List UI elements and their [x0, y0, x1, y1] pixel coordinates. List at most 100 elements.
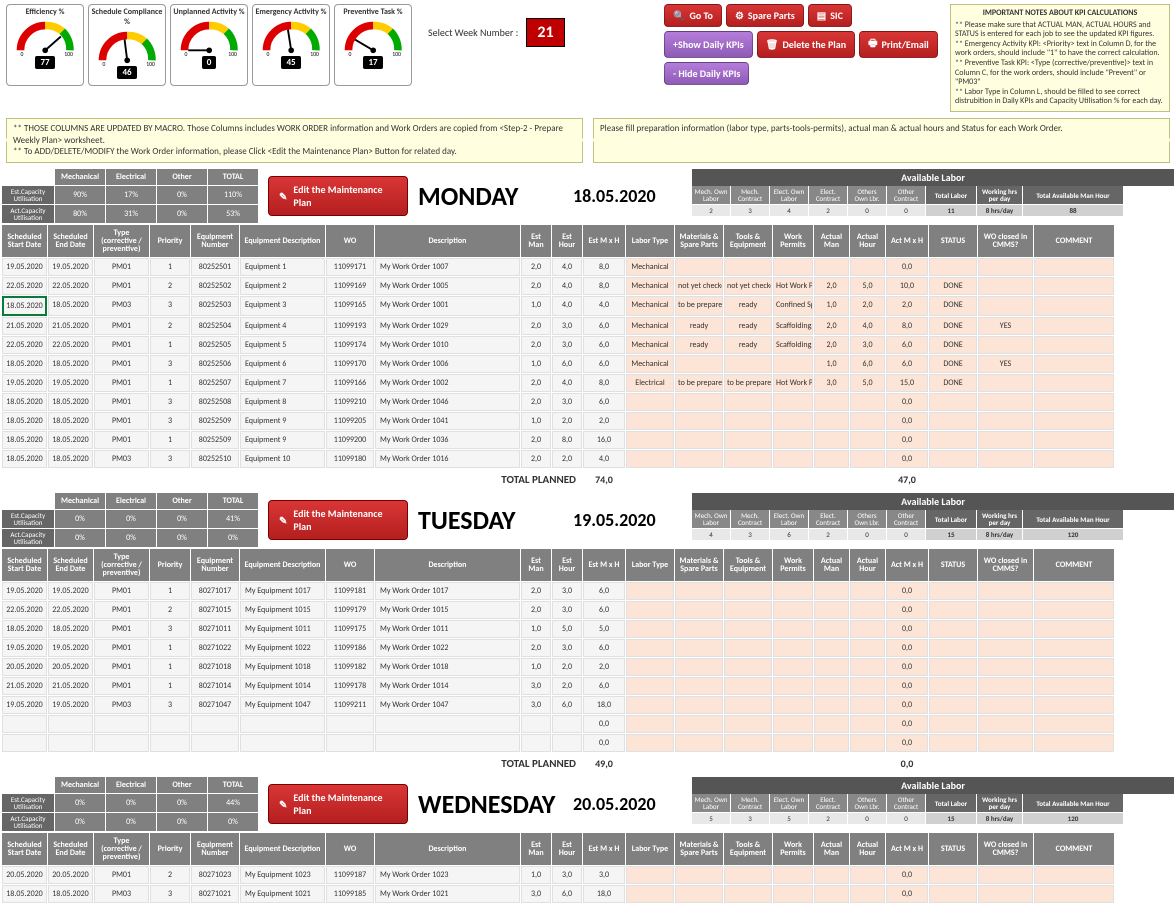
table-cell[interactable] — [850, 715, 885, 733]
table-cell[interactable]: 0,0 — [886, 639, 928, 657]
table-cell[interactable]: 80271017 — [191, 582, 239, 600]
table-cell[interactable]: 2,0 — [552, 450, 582, 468]
table-cell[interactable] — [675, 393, 723, 411]
table-cell[interactable] — [850, 734, 885, 752]
table-cell[interactable]: 6,0 — [583, 677, 625, 695]
table-cell[interactable] — [724, 639, 772, 657]
table-cell[interactable]: Scaffolding/Heights — [773, 336, 813, 354]
table-cell[interactable]: 11099182 — [326, 658, 374, 676]
table-cell[interactable]: 22.05.2020 — [2, 277, 47, 295]
table-cell[interactable]: 4,0 — [552, 374, 582, 392]
table-cell[interactable] — [724, 715, 772, 733]
table-cell[interactable] — [675, 658, 723, 676]
table-cell[interactable] — [724, 696, 772, 714]
table-cell[interactable]: 3,0 — [521, 677, 551, 695]
table-cell[interactable] — [850, 393, 885, 411]
table-cell[interactable]: 11099175 — [326, 620, 374, 638]
week-number[interactable]: 21 — [526, 18, 564, 47]
table-cell[interactable] — [773, 696, 813, 714]
table-cell[interactable] — [326, 734, 374, 752]
table-cell[interactable]: 3 — [150, 620, 190, 638]
table-cell[interactable]: 19.05.2020 — [48, 696, 93, 714]
table-cell[interactable] — [675, 620, 723, 638]
table-cell[interactable]: My Work Order 1011 — [375, 620, 520, 638]
table-cell[interactable] — [773, 658, 813, 676]
table-cell[interactable]: 1 — [150, 431, 190, 449]
table-cell[interactable]: 19.05.2020 — [48, 258, 93, 276]
table-cell[interactable]: 80252504 — [191, 317, 239, 335]
table-cell[interactable] — [978, 601, 1033, 619]
table-cell[interactable]: Equipment 3 — [240, 296, 325, 316]
table-cell[interactable]: 18.05.2020 — [48, 412, 93, 430]
table-cell[interactable] — [724, 450, 772, 468]
table-cell[interactable]: 22.05.2020 — [2, 601, 47, 619]
table-cell[interactable]: 8,0 — [886, 317, 928, 335]
table-cell[interactable] — [1034, 582, 1114, 600]
table-cell[interactable]: 1,0 — [521, 296, 551, 316]
table-cell[interactable]: 18.05.2020 — [2, 620, 47, 638]
table-cell[interactable]: Equipment 7 — [240, 374, 325, 392]
table-cell[interactable] — [773, 582, 813, 600]
table-cell[interactable]: 11099205 — [326, 412, 374, 430]
table-cell[interactable]: 3,0 — [552, 582, 582, 600]
table-cell[interactable]: 3 — [150, 885, 190, 903]
table-cell[interactable]: 3,0 — [552, 601, 582, 619]
table-cell[interactable] — [814, 696, 849, 714]
table-cell[interactable]: PM03 — [94, 696, 149, 714]
table-cell[interactable]: DONE — [929, 374, 977, 392]
table-cell[interactable]: Hot Work Permit — [773, 277, 813, 295]
table-cell[interactable] — [773, 715, 813, 733]
table-cell[interactable]: My Work Order 1022 — [375, 639, 520, 657]
table-cell[interactable]: PM01 — [94, 336, 149, 354]
table-cell[interactable]: 11099166 — [326, 374, 374, 392]
table-cell[interactable] — [850, 885, 885, 903]
table-cell[interactable] — [814, 734, 849, 752]
table-cell[interactable] — [929, 677, 977, 695]
table-cell[interactable] — [48, 734, 93, 752]
table-cell[interactable]: PM01 — [94, 393, 149, 411]
table-cell[interactable]: My Work Order 1018 — [375, 658, 520, 676]
table-cell[interactable]: DONE — [929, 277, 977, 295]
table-cell[interactable] — [1034, 677, 1114, 695]
hide-kpis-button[interactable]: - Hide Daily KPIs — [664, 62, 749, 85]
table-cell[interactable] — [850, 677, 885, 695]
table-cell[interactable]: My Equipment 1015 — [240, 601, 325, 619]
table-cell[interactable]: 0,0 — [886, 677, 928, 695]
table-cell[interactable]: 1 — [150, 582, 190, 600]
table-cell[interactable]: 80252509 — [191, 412, 239, 430]
table-cell[interactable]: 1,0 — [814, 355, 849, 373]
table-cell[interactable]: 80271018 — [191, 658, 239, 676]
table-cell[interactable] — [978, 696, 1033, 714]
table-cell[interactable] — [724, 355, 772, 373]
table-cell[interactable] — [1034, 431, 1114, 449]
table-cell[interactable] — [978, 582, 1033, 600]
table-cell[interactable]: Mechanical — [626, 277, 674, 295]
table-cell[interactable] — [814, 715, 849, 733]
table-cell[interactable] — [626, 639, 674, 657]
table-cell[interactable]: 1,0 — [521, 412, 551, 430]
table-cell[interactable]: Equipment 2 — [240, 277, 325, 295]
table-cell[interactable]: 11099185 — [326, 885, 374, 903]
table-cell[interactable]: My Work Order 1016 — [375, 450, 520, 468]
table-cell[interactable]: 2,0 — [850, 296, 885, 316]
table-cell[interactable] — [978, 393, 1033, 411]
table-cell[interactable]: 1,0 — [521, 355, 551, 373]
table-cell[interactable] — [814, 393, 849, 411]
table-cell[interactable]: 2,0 — [583, 658, 625, 676]
table-cell[interactable]: 3 — [150, 296, 190, 316]
table-cell[interactable] — [626, 658, 674, 676]
table-cell[interactable]: 4,0 — [552, 296, 582, 316]
table-cell[interactable] — [724, 734, 772, 752]
table-cell[interactable]: DONE — [929, 296, 977, 316]
table-cell[interactable]: 2,0 — [583, 412, 625, 430]
table-cell[interactable]: My Work Order 1047 — [375, 696, 520, 714]
table-cell[interactable]: My Equipment 1021 — [240, 885, 325, 903]
table-cell[interactable]: 6,0 — [886, 355, 928, 373]
table-cell[interactable]: Equipment 8 — [240, 393, 325, 411]
table-cell[interactable]: 0,0 — [886, 734, 928, 752]
table-cell[interactable] — [1034, 866, 1114, 884]
table-cell[interactable] — [850, 620, 885, 638]
table-cell[interactable] — [773, 677, 813, 695]
delete-plan-button[interactable]: 🗑Delete the Plan — [757, 31, 855, 58]
table-cell[interactable]: Mechanical — [626, 317, 674, 335]
